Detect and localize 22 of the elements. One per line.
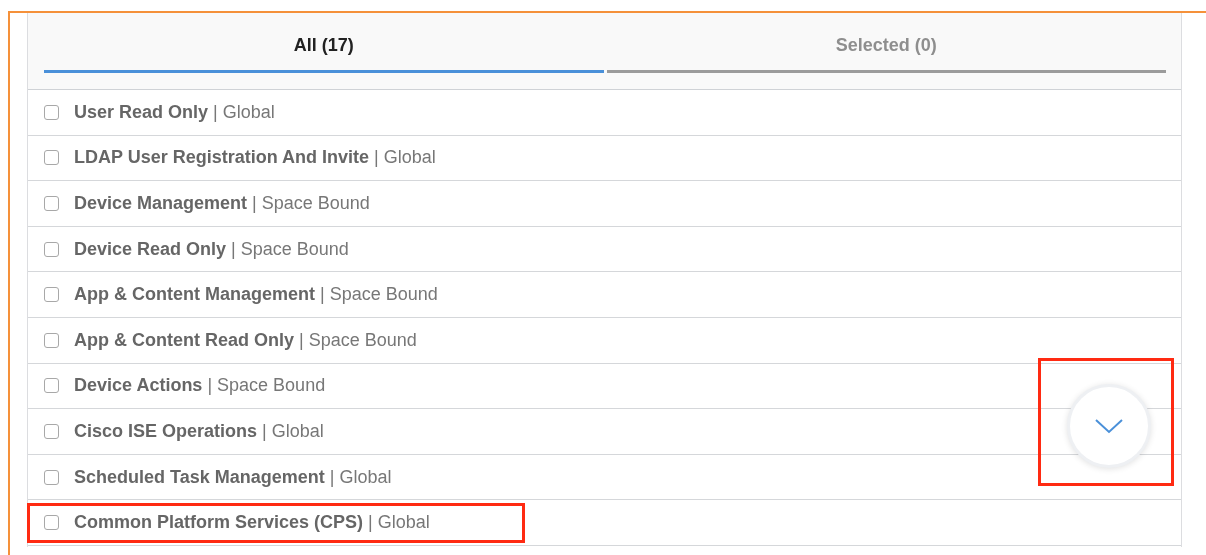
- role-label: App & Content Management | Space Bound: [74, 284, 438, 306]
- role-label: Device Read Only | Space Bound: [74, 238, 349, 260]
- role-label: Device Management | Space Bound: [74, 193, 370, 214]
- checkbox[interactable]: [44, 287, 59, 303]
- checkbox[interactable]: [44, 332, 59, 348]
- checkbox[interactable]: [44, 241, 59, 257]
- role-label: Device Actions | Space Bound: [74, 375, 326, 397]
- role-label: Scheduled Task Management | Global: [74, 466, 392, 488]
- role-label: User Read Only | Global: [74, 101, 275, 123]
- checkbox[interactable]: [44, 469, 59, 485]
- role-label: App & Content Read Only | Space Bound: [74, 329, 417, 351]
- role-label: LDAP User Registration And Invite | Global: [74, 147, 436, 169]
- checkbox[interactable]: [44, 196, 59, 211]
- checkbox[interactable]: [44, 104, 59, 120]
- checkbox[interactable]: [44, 150, 59, 166]
- checkbox[interactable]: [44, 423, 59, 439]
- tab[interactable]: All (17): [44, 13, 604, 73]
- chevron-down-icon: [1094, 418, 1124, 434]
- checkbox[interactable]: [44, 515, 59, 531]
- checkbox[interactable]: [44, 378, 59, 394]
- role-label: Cisco ISE Operations | Global: [74, 420, 324, 442]
- role-label: Common Platform Services (CPS) | Global: [74, 512, 430, 534]
